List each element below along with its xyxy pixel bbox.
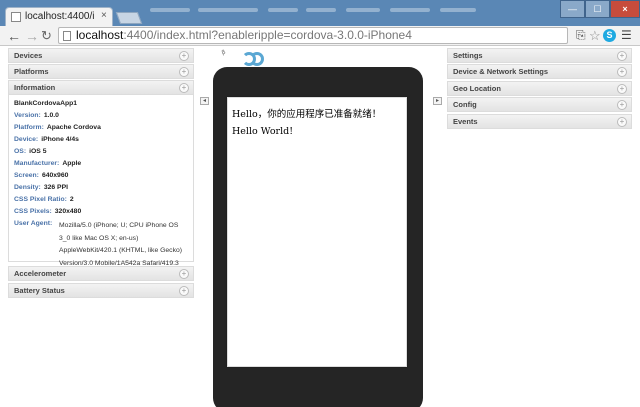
info-os: OS: iOS 5 [14, 148, 47, 155]
app-name: BlankCordovaApp1 [14, 100, 78, 107]
browser-toolbar: ← → ↻ localhost:4400/index.html?enableri… [0, 26, 640, 46]
star-icon[interactable]: ☆ [589, 28, 601, 43]
info-css-pixels: CSS Pixels: 320x480 [14, 208, 82, 215]
panel-settings[interactable]: Settings + [447, 48, 632, 63]
forward-icon[interactable]: → [25, 28, 39, 44]
panel-battery-status[interactable]: Battery Status + [8, 283, 194, 298]
panel-device-network-settings[interactable]: Device & Network Settings + [447, 64, 632, 79]
page-icon [63, 31, 71, 41]
user-agent-value: Mozilla/5.0 (iPhone; U; CPU iPhone OS 3_… [59, 222, 183, 267]
expand-icon[interactable]: + [179, 51, 189, 61]
browser-tab[interactable]: localhost:4400/index.ht × [5, 7, 113, 26]
expand-icon[interactable]: + [617, 67, 627, 77]
skype-icon[interactable]: S [603, 29, 616, 42]
maximize-button[interactable]: ☐ [585, 0, 610, 18]
menu-icon[interactable]: ☰ [621, 28, 632, 43]
phone-screen[interactable]: Hello，你的应用程序已准备就绪！ Hello World! [227, 97, 407, 367]
tab-title: localhost:4400/index.ht [25, 11, 95, 22]
tab-close-icon[interactable]: × [101, 10, 107, 21]
new-tab-button[interactable] [115, 12, 143, 24]
info-css-pixel-ratio: CSS Pixel Ratio: 2 [14, 196, 74, 203]
collapse-icon[interactable]: + [179, 83, 189, 93]
panel-events[interactable]: Events + [447, 114, 632, 129]
expand-icon[interactable]: + [617, 100, 627, 110]
back-icon[interactable]: ← [7, 28, 21, 44]
close-window-button[interactable]: × [610, 0, 640, 18]
information-panel-body: BlankCordovaApp1 Version: 1.0.0 Platform:… [8, 95, 194, 267]
expand-icon[interactable]: + [617, 51, 627, 61]
panel-information[interactable]: Information + [8, 80, 194, 95]
info-device: Device: iPhone 4/4s [14, 136, 79, 143]
hello-world-text: Hello World! [232, 126, 294, 137]
ready-message: Hello，你的应用程序已准备就绪！ [232, 109, 382, 120]
user-agent-label: User Agent: [14, 220, 53, 227]
info-density: Density: 326 PPI [14, 184, 69, 191]
ripple-emulator-page: Devices + Platforms + Information + Acce… [0, 47, 640, 407]
panel-config[interactable]: Config + [447, 97, 632, 112]
expand-icon[interactable]: + [617, 84, 627, 94]
url-text[interactable]: localhost:4400/index.html?enableripple=c… [76, 28, 412, 43]
window-title-blurred [150, 2, 550, 18]
ripple-logo: β [221, 50, 272, 68]
info-platform: Platform: Apache Cordova [14, 124, 101, 131]
expand-icon[interactable]: + [617, 117, 627, 127]
panel-platforms[interactable]: Platforms + [8, 64, 194, 79]
expand-icon[interactable]: + [179, 269, 189, 279]
title-bar: localhost:4400/index.ht × — ☐ × [0, 0, 640, 26]
page-favicon-icon [11, 12, 21, 22]
address-bar[interactable]: localhost:4400/index.html?enableripple=c… [58, 27, 568, 44]
info-manufacturer: Manufacturer: Apple [14, 160, 82, 167]
info-screen: Screen: 640x960 [14, 172, 69, 179]
expand-icon[interactable]: + [179, 286, 189, 296]
panel-geo-location[interactable]: Geo Location + [447, 81, 632, 96]
expand-icon[interactable]: + [179, 67, 189, 77]
minimize-button[interactable]: — [560, 0, 585, 18]
phone-device-frame: Hello，你的应用程序已准备就绪！ Hello World! [213, 67, 423, 407]
collapse-left-icon[interactable]: ◂ [200, 97, 209, 105]
translate-icon[interactable]: ⎘ [576, 28, 586, 43]
panel-devices[interactable]: Devices + [8, 48, 194, 63]
info-version: Version: 1.0.0 [14, 112, 59, 119]
reload-icon[interactable]: ↻ [41, 28, 52, 44]
collapse-right-icon[interactable]: ▸ [433, 97, 442, 105]
